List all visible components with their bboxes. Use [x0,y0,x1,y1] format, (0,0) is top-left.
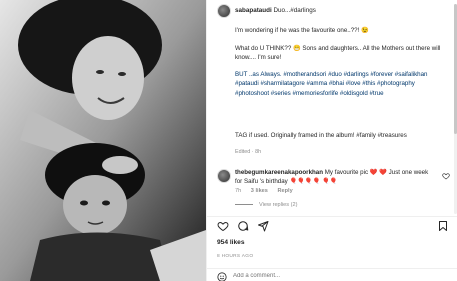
comment-meta: 7h 3 likes Reply [235,188,301,194]
comment-username[interactable]: thebegumkareenakapoorkhan [235,169,323,176]
emoji-icon[interactable] [217,272,227,281]
caption-paragraph: I'm wondering if he was the favourite on… [235,27,369,34]
view-replies-label: View replies (2) [259,202,298,208]
post-detail-panel: sabapataudi Duo...#darlings I'm wonderin… [206,0,457,281]
caption-first-line: sabapataudi Duo...#darlings [235,6,316,15]
add-comment-input[interactable] [233,271,433,281]
caption-paragraph: What do U THINK?? 😁 Sons and daughters..… [235,45,441,62]
comments-scroll-area[interactable]: sabapataudi Duo...#darlings I'm wonderin… [207,0,457,218]
post-photo [0,0,206,281]
comment-likes[interactable]: 3 likes [251,188,268,194]
bookmark-icon[interactable] [437,220,449,232]
edited-label: Edited · 8h [235,149,262,155]
likes-count[interactable]: 954 likes [217,239,245,246]
add-comment-bar [207,268,457,281]
view-replies[interactable]: View replies (2) [235,202,450,208]
caption-hashtags[interactable]: BUT ..as Always. #motherandsori #duo #da… [235,70,450,98]
post-timestamp: 8 HOURS AGO [217,254,254,259]
replies-dash [235,204,253,206]
caption-first: Duo...#darlings [273,7,316,14]
action-bar [217,220,449,234]
commenter-avatar[interactable] [217,169,231,183]
comment-time: 7h [235,188,242,194]
caption-header: sabapataudi Duo...#darlings [217,4,450,18]
divider [207,216,457,217]
comment-icon[interactable] [237,220,249,232]
heart-icon[interactable] [217,220,229,232]
mother-son-photo [0,0,206,281]
comment-like-heart-icon[interactable] [442,172,450,180]
share-icon[interactable] [257,220,269,232]
comment-body: thebegumkareenakapoorkhan My favourite p… [235,168,436,187]
reply-button[interactable]: Reply [277,188,292,194]
avatar[interactable] [217,4,231,18]
caption-paragraph: TAG if used. Originally framed in the al… [235,132,407,139]
post-username[interactable]: sabapataudi [235,7,272,14]
